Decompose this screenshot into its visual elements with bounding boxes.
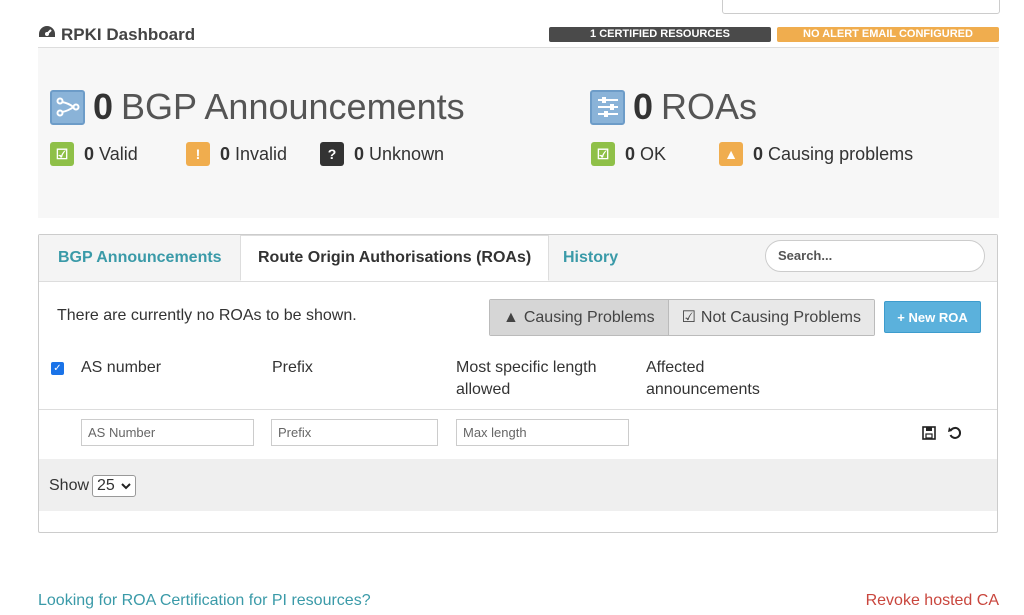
pi-resources-link[interactable]: Looking for ROA Certification for PI res… <box>38 592 371 610</box>
roa-count: 0 <box>633 86 654 127</box>
unknown-label: Unknown <box>369 143 445 164</box>
causing-count: 0 <box>753 143 764 164</box>
check-icon: ☑ <box>591 142 615 166</box>
new-roa-row: AS Number Prefix Max length <box>39 410 997 458</box>
valid-count: 0 <box>84 143 95 164</box>
select-all-checkbox[interactable]: ✓ <box>51 362 64 375</box>
top-input-field[interactable] <box>722 0 1000 14</box>
bgp-label: BGP Announcements <box>121 86 465 127</box>
roa-label: ROAs <box>661 86 758 127</box>
valid-label: Valid <box>99 143 138 164</box>
summary-section: 0 BGP Announcements 0 ROAs ☑ 0 Valid ! 0… <box>38 48 999 218</box>
chevron-down-icon <box>121 477 131 495</box>
tab-history[interactable]: History <box>563 235 618 281</box>
invalid-label: Invalid <box>235 143 288 164</box>
check-icon: ☑ <box>50 142 74 166</box>
save-icon[interactable] <box>922 426 936 444</box>
revoke-ca-link[interactable]: Revoke hosted CA <box>866 592 999 610</box>
ok-label: OK <box>640 143 667 164</box>
prefix-input[interactable]: Prefix <box>271 419 438 446</box>
certified-resources-badge: 1 CERTIFIED RESOURCES <box>549 27 771 42</box>
roa-summary: 0 ROAs <box>590 86 757 128</box>
roa-panel: BGP Announcements Route Origin Authorisa… <box>38 234 998 533</box>
as-number-input[interactable]: AS Number <box>81 419 254 446</box>
page-title: RPKI Dashboard <box>38 24 195 45</box>
causing-problems-button[interactable]: ▲ Causing Problems <box>490 300 668 335</box>
check-square-icon: ☑ <box>681 309 696 326</box>
causing-stat[interactable]: ▲ 0 Causing problems <box>719 142 913 166</box>
unknown-stat[interactable]: ? 0 Unknown <box>320 142 444 166</box>
causing-problems-label: Causing Problems <box>523 309 655 326</box>
tab-roas[interactable]: Route Origin Authorisations (ROAs) <box>240 235 550 281</box>
alert-email-badge[interactable]: NO ALERT EMAIL CONFIGURED <box>777 27 999 42</box>
not-causing-problems-label: Not Causing Problems <box>700 309 861 326</box>
invalid-count: 0 <box>220 143 231 164</box>
column-affected: Affected announcements <box>646 359 760 398</box>
column-max-length: Most specific length allowed <box>456 359 597 398</box>
max-length-input[interactable]: Max length <box>456 419 629 446</box>
exclamation-icon: ! <box>186 142 210 166</box>
page-size-control: Show 25 <box>49 475 136 497</box>
bgp-summary: 0 BGP Announcements <box>50 86 465 128</box>
show-label: Show <box>49 477 90 494</box>
valid-stat[interactable]: ☑ 0 Valid <box>50 142 138 166</box>
ok-stat[interactable]: ☑ 0 OK <box>591 142 666 166</box>
invalid-stat[interactable]: ! 0 Invalid <box>186 142 287 166</box>
tab-bar: BGP Announcements Route Origin Authorisa… <box>39 235 997 282</box>
dashboard-header: RPKI Dashboard 1 CERTIFIED RESOURCES NO … <box>38 22 999 48</box>
bgp-count: 0 <box>93 86 114 127</box>
dashboard-gauge-icon <box>38 24 56 45</box>
new-roa-button[interactable]: + New ROA <box>884 301 981 333</box>
unknown-count: 0 <box>354 143 365 164</box>
page-size-value: 25 <box>97 477 115 494</box>
page-title-text: RPKI Dashboard <box>61 24 196 44</box>
search-input[interactable]: Search... <box>765 240 985 272</box>
warning-icon: ▲ <box>719 142 743 166</box>
question-icon: ? <box>320 142 344 166</box>
not-causing-problems-button[interactable]: ☑ Not Causing Problems <box>667 300 874 335</box>
column-as-number: AS number <box>81 359 162 376</box>
problem-filter: ▲ Causing Problems ☑ Not Causing Problem… <box>489 299 875 336</box>
route-icon <box>50 89 85 125</box>
table-footer: Show 25 <box>39 459 997 511</box>
warning-icon: ▲ <box>503 309 519 326</box>
sliders-icon <box>590 89 625 125</box>
empty-message: There are currently no ROAs to be shown. <box>57 307 357 324</box>
column-prefix: Prefix <box>272 359 313 376</box>
undo-icon[interactable] <box>948 426 963 445</box>
tab-bgp-announcements[interactable]: BGP Announcements <box>58 235 222 281</box>
page-size-select[interactable]: 25 <box>92 475 136 497</box>
causing-label: Causing problems <box>768 143 914 164</box>
ok-count: 0 <box>625 143 636 164</box>
